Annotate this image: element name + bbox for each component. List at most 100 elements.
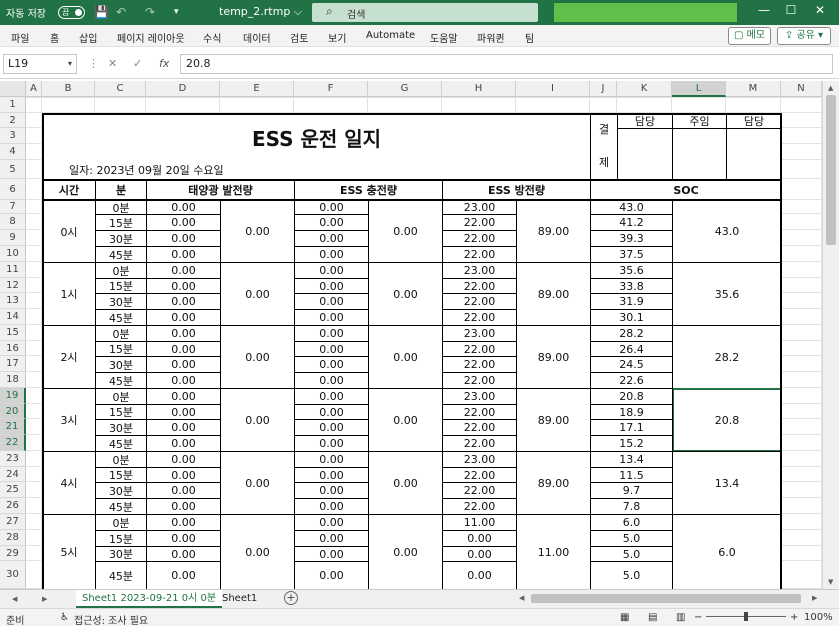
sheet-title[interactable]: ESS 운전 일지: [42, 113, 591, 161]
add-sheet-icon[interactable]: +: [284, 591, 298, 605]
minute-cell[interactable]: 15분: [95, 404, 147, 420]
sheet-tab[interactable]: Sheet1: [216, 590, 263, 608]
autosave-toggle[interactable]: 끔: [58, 6, 85, 19]
approval-sign-box[interactable]: [672, 128, 727, 180]
minute-cell[interactable]: 15분: [95, 530, 147, 547]
soc-value-cell[interactable]: 22.6: [590, 372, 673, 389]
charge-value-cell[interactable]: 0.00: [294, 356, 369, 373]
solar-value-cell[interactable]: 0.00: [146, 530, 221, 547]
approval-role[interactable]: 담당: [726, 113, 782, 129]
charge-value-cell[interactable]: 0.00: [294, 341, 369, 357]
hour-cell[interactable]: 1시: [42, 262, 96, 326]
solar-value-cell[interactable]: 0.00: [146, 546, 221, 562]
row-header-23[interactable]: 23: [0, 451, 26, 467]
confirm-icon[interactable]: ✓: [133, 57, 142, 70]
column-header-i[interactable]: I: [516, 81, 590, 97]
redo-icon[interactable]: ↷: [145, 4, 155, 20]
charge-value-cell[interactable]: 0.00: [294, 561, 369, 589]
hour-cell[interactable]: 4시: [42, 451, 96, 515]
soc-summary-cell[interactable]: 6.0: [672, 514, 782, 589]
solar-total-cell[interactable]: 0.00: [220, 325, 295, 389]
row-header-19[interactable]: 19: [0, 388, 26, 404]
scroll-right-icon[interactable]: ▶: [812, 594, 817, 602]
minimize-icon[interactable]: —: [754, 3, 774, 17]
solar-total-cell[interactable]: 0.00: [220, 514, 295, 589]
row-header-22[interactable]: 22: [0, 435, 26, 451]
discharge-value-cell[interactable]: 22.00: [442, 356, 517, 373]
discharge-value-cell[interactable]: 22.00: [442, 498, 517, 515]
row-header-29[interactable]: 29: [0, 546, 26, 561]
solar-total-cell[interactable]: 0.00: [220, 388, 295, 452]
charge-value-cell[interactable]: 0.00: [294, 451, 369, 468]
discharge-total-cell[interactable]: 89.00: [516, 325, 591, 389]
solar-value-cell[interactable]: 0.00: [146, 293, 221, 310]
row-header-17[interactable]: 17: [0, 356, 26, 372]
approval-sign-box[interactable]: [726, 128, 782, 180]
zoom-out-icon[interactable]: −: [694, 612, 702, 623]
minute-cell[interactable]: 0분: [95, 325, 147, 342]
solar-value-cell[interactable]: 0.00: [146, 356, 221, 373]
date-text[interactable]: 일자: 2023년 09월 20일 수요일: [42, 160, 591, 180]
row-header-24[interactable]: 24: [0, 467, 26, 482]
minute-cell[interactable]: 45분: [95, 561, 147, 589]
soc-value-cell[interactable]: 26.4: [590, 341, 673, 357]
charge-total-cell[interactable]: 0.00: [368, 451, 443, 515]
approval-label-bottom[interactable]: 제: [590, 144, 618, 180]
header-discharge[interactable]: ESS 방전량: [442, 179, 591, 201]
sheet-tab-active[interactable]: Sheet1 2023-09-21 0시 0분: [76, 590, 223, 608]
account-area[interactable]: [554, 3, 737, 22]
discharge-value-cell[interactable]: 22.00: [442, 214, 517, 231]
charge-value-cell[interactable]: 0.00: [294, 467, 369, 483]
next-sheet-icon[interactable]: ▶: [42, 595, 47, 603]
soc-value-cell[interactable]: 37.5: [590, 246, 673, 263]
soc-value-cell[interactable]: 15.2: [590, 435, 673, 452]
column-header-c[interactable]: C: [95, 81, 146, 97]
discharge-total-cell[interactable]: 89.00: [516, 451, 591, 515]
zoom-level[interactable]: 100%: [804, 612, 833, 623]
zoom-slider-handle[interactable]: [744, 612, 748, 621]
charge-value-cell[interactable]: 0.00: [294, 278, 369, 294]
discharge-value-cell[interactable]: 0.00: [442, 546, 517, 562]
charge-value-cell[interactable]: 0.00: [294, 262, 369, 279]
charge-value-cell[interactable]: 0.00: [294, 325, 369, 342]
discharge-total-cell[interactable]: 89.00: [516, 262, 591, 326]
discharge-total-cell[interactable]: 89.00: [516, 388, 591, 452]
charge-value-cell[interactable]: 0.00: [294, 498, 369, 515]
comments-button[interactable]: ▢ 메모: [728, 27, 771, 45]
row-header-3[interactable]: 3: [0, 128, 26, 144]
row-header-14[interactable]: 14: [0, 309, 26, 325]
charge-value-cell[interactable]: 0.00: [294, 435, 369, 452]
discharge-value-cell[interactable]: 0.00: [442, 530, 517, 547]
select-all-corner[interactable]: [0, 81, 26, 97]
tab-formulas[interactable]: 수식: [203, 30, 221, 45]
column-header-f[interactable]: F: [294, 81, 368, 97]
charge-value-cell[interactable]: 0.00: [294, 404, 369, 420]
charge-value-cell[interactable]: 0.00: [294, 482, 369, 499]
discharge-value-cell[interactable]: 22.00: [442, 404, 517, 420]
solar-value-cell[interactable]: 0.00: [146, 246, 221, 263]
soc-value-cell[interactable]: 41.2: [590, 214, 673, 231]
column-header-b[interactable]: B: [42, 81, 95, 97]
minute-cell[interactable]: 45분: [95, 246, 147, 263]
discharge-total-cell[interactable]: 11.00: [516, 514, 591, 589]
cancel-icon[interactable]: ✕: [108, 57, 117, 70]
row-header-4[interactable]: 4: [0, 144, 26, 160]
row-header-1[interactable]: 1: [0, 97, 26, 113]
minute-cell[interactable]: 0분: [95, 388, 147, 405]
solar-value-cell[interactable]: 0.00: [146, 435, 221, 452]
approval-sign-box[interactable]: [617, 128, 673, 180]
undo-icon[interactable]: ↶: [116, 4, 126, 20]
soc-value-cell[interactable]: 5.0: [590, 561, 673, 589]
row-header-16[interactable]: 16: [0, 341, 26, 356]
discharge-value-cell[interactable]: 22.00: [442, 278, 517, 294]
discharge-value-cell[interactable]: 22.00: [442, 341, 517, 357]
minute-cell[interactable]: 30분: [95, 230, 147, 247]
minute-cell[interactable]: 45분: [95, 498, 147, 515]
minute-cell[interactable]: 15분: [95, 467, 147, 483]
column-header-h[interactable]: H: [442, 81, 516, 97]
soc-value-cell[interactable]: 30.1: [590, 309, 673, 326]
soc-value-cell[interactable]: 5.0: [590, 530, 673, 547]
header-charge[interactable]: ESS 충전량: [294, 179, 443, 201]
customize-toolbar-icon[interactable]: ▾: [174, 4, 179, 20]
charge-value-cell[interactable]: 0.00: [294, 200, 369, 215]
